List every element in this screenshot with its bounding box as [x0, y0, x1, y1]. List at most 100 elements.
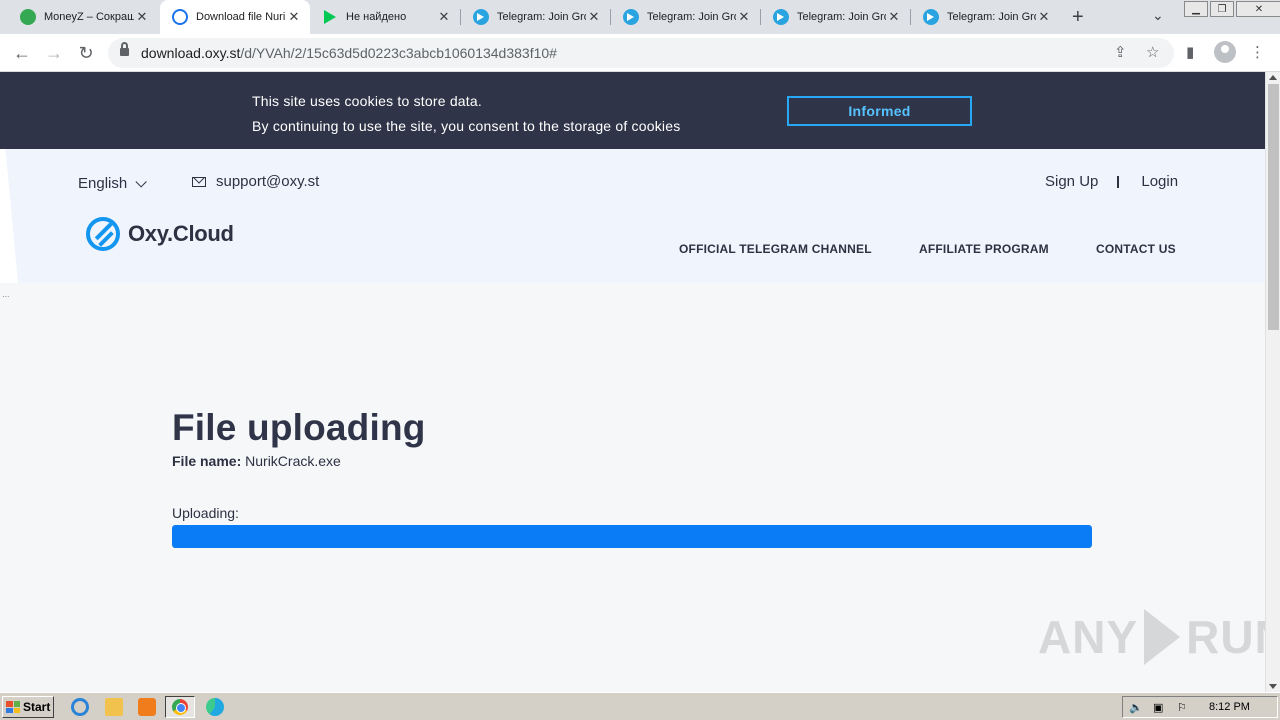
close-icon[interactable]: ✕ — [736, 9, 752, 25]
tab-strip: MoneyZ – Сокраще ✕ Download file Nurik ✕… — [0, 0, 1280, 34]
close-icon[interactable]: ✕ — [886, 9, 902, 25]
browser-menu-icon[interactable]: ⋮ — [1250, 43, 1265, 61]
url-text: download.oxy.st/d/YVAh/2/15c63d5d0223c3a… — [141, 45, 557, 61]
tab-not-found[interactable]: Не найдено ✕ — [310, 0, 460, 34]
mail-icon — [192, 176, 206, 187]
site-header: English support@oxy.st Sign Up Login Oxy… — [0, 149, 1265, 283]
edge-icon[interactable] — [206, 698, 224, 716]
windows-taskbar: Start 🔈 ▣ ⚐ 8:12 PM — [0, 692, 1280, 720]
page-viewport: This site uses cookies to store data. By… — [0, 72, 1265, 692]
cookie-text: This site uses cookies to store data. By… — [252, 89, 680, 139]
minimize-icon[interactable]: ▁ — [1184, 1, 1208, 17]
page-title: File uploading — [172, 407, 426, 448]
logo-text: Oxy.Cloud — [128, 221, 234, 246]
profile-avatar-icon[interactable] — [1214, 41, 1236, 63]
back-arrow-icon[interactable]: ← — [10, 41, 34, 65]
nav-telegram-channel[interactable]: OFFICIAL TELEGRAM CHANNEL — [679, 242, 872, 256]
window-controls: ▁ ❐ ✕ — [1184, 1, 1280, 17]
auth-links: Sign Up Login — [1045, 173, 1178, 190]
telegram-icon — [473, 9, 489, 25]
tab-moneyz[interactable]: MoneyZ – Сокраще ✕ — [8, 0, 158, 34]
close-icon[interactable]: ✕ — [436, 9, 452, 25]
support-email: support@oxy.st — [216, 173, 320, 190]
telegram-icon — [923, 9, 939, 25]
oxy-cloud-logo[interactable]: Oxy.Cloud — [86, 217, 234, 251]
chrome-taskbar-button[interactable] — [165, 696, 195, 718]
signup-link[interactable]: Sign Up — [1045, 173, 1098, 190]
telegram-icon — [623, 9, 639, 25]
tab-search-chevron-icon[interactable]: ⌄ — [1152, 7, 1164, 24]
support-email-link[interactable]: support@oxy.st — [192, 173, 319, 190]
chrome-icon — [172, 699, 188, 715]
auth-separator — [1117, 175, 1120, 188]
close-icon[interactable]: ✕ — [1036, 9, 1052, 25]
tab-title: Telegram: Join Gro — [947, 11, 1036, 23]
system-tray: 🔈 ▣ ⚐ 8:12 PM — [1122, 696, 1278, 718]
bookmark-star-icon[interactable]: ☆ — [1146, 43, 1159, 61]
header-decoration — [0, 149, 18, 283]
watermark-play-icon — [1144, 609, 1181, 665]
file-name-label: File name: — [172, 453, 242, 469]
language-label: English — [78, 175, 128, 192]
watermark-text-left: ANY — [1038, 611, 1139, 663]
start-button[interactable]: Start — [2, 696, 54, 718]
restore-icon[interactable]: ❐ — [1210, 1, 1234, 17]
tab-telegram-1[interactable]: Telegram: Join Gro ✕ — [461, 0, 610, 34]
oxy-cloud-icon — [172, 9, 188, 25]
cookie-banner: This site uses cookies to store data. By… — [0, 72, 1265, 149]
oxy-cloud-logo-icon — [86, 217, 120, 251]
tab-title: Telegram: Join Gro — [497, 11, 586, 23]
scroll-up-icon[interactable] — [1269, 75, 1277, 80]
close-icon[interactable]: ✕ — [134, 9, 150, 25]
watermark-text-right: RUN — [1186, 611, 1265, 663]
network-icon[interactable]: ▣ — [1153, 701, 1167, 714]
new-tab-plus-icon[interactable]: + — [1072, 6, 1084, 29]
side-panel-icon[interactable]: ▮ — [1186, 43, 1194, 61]
chevron-down-icon — [135, 175, 147, 188]
file-name-value: NurikCrack.exe — [245, 453, 341, 469]
clock: 8:12 PM — [1209, 701, 1250, 713]
page-scrollbar[interactable] — [1265, 72, 1280, 692]
tab-telegram-4[interactable]: Telegram: Join Gro ✕ — [911, 0, 1060, 34]
tab-telegram-3[interactable]: Telegram: Join Gro ✕ — [761, 0, 910, 34]
upload-progress-fill — [172, 525, 1092, 548]
language-selector[interactable]: English — [78, 175, 147, 192]
cookie-line-1: This site uses cookies to store data. — [252, 93, 482, 109]
window-close-icon[interactable]: ✕ — [1236, 1, 1280, 17]
tab-title: Telegram: Join Gro — [647, 11, 736, 23]
upload-progress-bar — [172, 525, 1092, 548]
close-icon[interactable]: ✕ — [286, 9, 302, 25]
scroll-down-icon[interactable] — [1269, 684, 1277, 689]
close-icon[interactable]: ✕ — [586, 9, 602, 25]
anyrun-watermark: ANY RUN — [1038, 609, 1265, 665]
start-label: Start — [23, 700, 51, 714]
media-player-icon[interactable] — [138, 698, 156, 716]
tab-title: Download file Nurik — [196, 11, 286, 23]
cookie-line-2: By continuing to use the site, you conse… — [252, 118, 681, 134]
internet-explorer-icon[interactable] — [71, 698, 89, 716]
tab-title: Не найдено — [346, 11, 407, 23]
forward-arrow-icon[interactable]: → — [42, 41, 66, 65]
file-explorer-icon[interactable] — [105, 698, 123, 716]
telegram-icon — [773, 9, 789, 25]
tab-download-file[interactable]: Download file Nurik ✕ — [160, 0, 310, 34]
windows-flag-icon — [6, 701, 20, 713]
tab-telegram-2[interactable]: Telegram: Join Gro ✕ — [611, 0, 760, 34]
login-link[interactable]: Login — [1141, 173, 1178, 190]
lock-icon — [120, 42, 129, 57]
address-bar[interactable]: download.oxy.st/d/YVAh/2/15c63d5d0223c3a… — [108, 38, 1174, 68]
cookie-informed-button[interactable]: Informed — [787, 96, 972, 126]
nav-contact-us[interactable]: CONTACT US — [1096, 242, 1176, 256]
scrollbar-thumb[interactable] — [1268, 84, 1279, 330]
file-name-row: File name: NurikCrack.exe — [172, 453, 1092, 469]
upload-section: File uploading File name: NurikCrack.exe… — [172, 407, 1092, 548]
reload-icon[interactable]: ↻ — [74, 41, 98, 65]
google-play-icon — [322, 9, 338, 25]
tab-title: Telegram: Join Gro — [797, 11, 886, 23]
action-center-flag-icon[interactable]: ⚐ — [1177, 701, 1191, 714]
share-icon[interactable]: ⇪ — [1114, 43, 1127, 61]
nav-affiliate-program[interactable]: AFFILIATE PROGRAM — [919, 242, 1049, 256]
volume-icon[interactable]: 🔈 — [1129, 701, 1143, 714]
moneyz-icon — [20, 9, 36, 25]
ellipsis-text: ... — [2, 289, 10, 299]
